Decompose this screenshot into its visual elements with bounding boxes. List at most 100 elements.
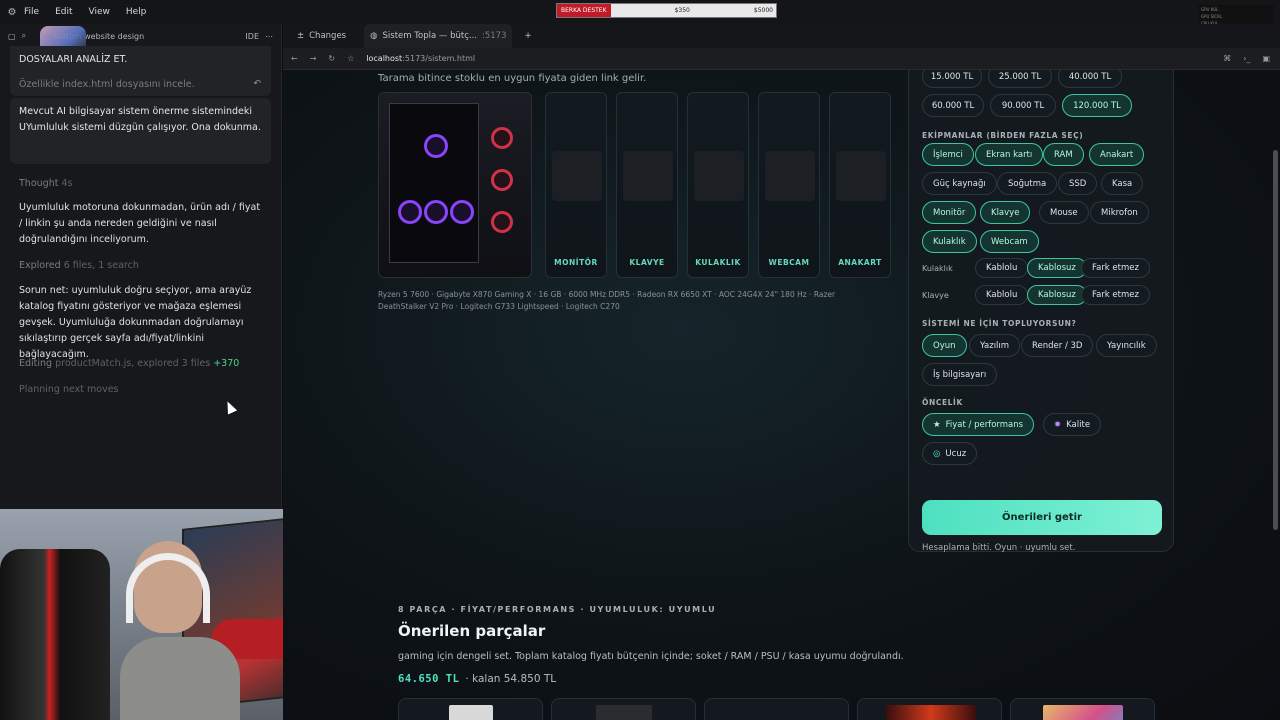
purpose-chip-render[interactable]: Render / 3D [1021,334,1094,357]
editing-delta: +370 [213,358,240,369]
tab-label: Sistem Topla — bütç... [382,31,477,41]
thought-label[interactable]: Thought [19,178,58,189]
sysmon-line: GPU SICKL [1201,14,1223,19]
gpu-fan [450,200,474,224]
result-kicker: 8 PARÇA · FİYAT/PERFORMANS · UYUMLULUK: … [398,605,717,614]
back-icon[interactable]: ← [291,54,298,63]
plus-icon: ± [297,31,305,41]
slot-webcam[interactable]: WEBCAM [758,92,820,278]
undo-icon[interactable]: ↶ [253,76,261,92]
panel-icon[interactable]: ▣ [1262,54,1270,63]
devtools-icon[interactable]: ⌘ [1223,54,1231,63]
purpose-chip-gaming[interactable]: Oyun [922,334,967,357]
editing-detail: productMatch.js, explored 3 files [55,358,211,369]
purpose-heading: SİSTEMİ NE İÇİN TOPLUYORSUN? [922,319,1077,328]
page-subtitle: Tarama bitince stoklu en uygun fiyata gi… [378,73,647,84]
slot-monitor[interactable]: MONİTÖR [545,92,607,278]
gpu-fan [424,200,448,224]
keyboard-conn-label: Klavye [922,291,949,300]
headset-any[interactable]: Fark etmez [1081,258,1150,278]
budget-chip[interactable]: 60.000 TL [922,94,984,117]
parts-summary: Ryzen 5 7600 · Gigabyte X870 Gaming X · … [378,290,836,311]
budget-chip-selected[interactable]: 120.000 TL [1062,94,1132,117]
priority-chip-quality[interactable]: ✸ Kalite [1043,413,1102,436]
part-card[interactable] [857,698,1002,720]
menu-view[interactable]: View [89,7,110,17]
sysmon-line: GPU KUL [1201,7,1219,12]
equip-chip-ssd[interactable]: SSD [1058,172,1098,195]
equip-chip-motherboard[interactable]: Anakart [1089,143,1145,166]
menu-edit[interactable]: Edit [55,7,72,17]
search-icon[interactable]: ⌕ [22,31,26,41]
url-host: localhost [366,54,403,63]
purpose-chip-streaming[interactable]: Yayıncılık [1096,334,1157,357]
explored-label[interactable]: Explored [19,260,61,271]
tab-changes[interactable]: ± Changes [291,24,352,48]
equip-chip-cooling[interactable]: Soğutma [997,172,1058,195]
equip-chip-cpu[interactable]: İşlemci [922,143,974,166]
equip-chip-psu[interactable]: Güç kaynağı [922,172,997,195]
equip-chip-case[interactable]: Kasa [1101,172,1144,195]
url-field[interactable]: localhost:5173/sistem.html [366,54,475,63]
part-image [886,705,976,720]
part-card[interactable] [704,698,849,720]
budget-chip[interactable]: 25.000 TL [988,70,1052,88]
case-fan [491,169,513,191]
part-card[interactable] [551,698,696,720]
explored-status: Explored 6 files, 1 search [19,258,264,274]
part-card[interactable] [1010,698,1155,720]
equip-chip-gpu[interactable]: Ekran kartı [975,143,1044,166]
motherboard-thumb [836,151,886,201]
keyboard-any[interactable]: Fark etmez [1081,285,1150,305]
slot-motherboard[interactable]: ANAKART [829,92,891,278]
budget-chip[interactable]: 90.000 TL [990,94,1056,117]
address-bar: ← → ↻ ☆ localhost:5173/sistem.html ⌘ ›_ … [283,48,1280,70]
equip-chip-headset[interactable]: Kulaklık [922,230,977,253]
bookmark-icon[interactable]: ☆ [347,54,354,63]
donation-goal: $5000 [753,7,773,14]
editing-label[interactable]: Editing [19,358,52,369]
sidebar-toggle-icon[interactable]: ▢ [8,32,16,41]
ide-link[interactable]: IDE [245,32,259,41]
forward-icon[interactable]: → [310,54,317,63]
headset-wireless[interactable]: Kablosuz [1027,258,1087,278]
reload-icon[interactable]: ↻ [328,54,335,63]
new-tab-icon[interactable]: + [524,31,531,41]
tab-port: :5173 [481,31,507,41]
total-amount: 64.650 TL [398,673,460,685]
equip-chip-webcam[interactable]: Webcam [980,230,1039,253]
equip-chip-mouse[interactable]: Mouse [1039,201,1089,224]
menu-help[interactable]: Help [126,7,147,17]
keyboard-wireless[interactable]: Kablosuz [1027,285,1087,305]
budget-chip[interactable]: 40.000 TL [1058,70,1122,88]
budget-chip[interactable]: 15.000 TL [922,70,982,88]
more-icon[interactable]: ⋯ [265,32,273,41]
equip-chip-monitor[interactable]: Monitör [922,201,977,224]
browser-window: ± Changes ◍ Sistem Topla — bütç...:5173 + … [283,24,1280,720]
purpose-chip-work[interactable]: İş bilgisayarı [922,363,998,386]
headset-conn-label: Kulaklık [922,264,953,273]
terminal-icon[interactable]: ›_ [1243,54,1250,63]
calc-status: Hesaplama bitti. Oyun · uyumlu set. [922,543,1076,553]
tab-sistem[interactable]: ◍ Sistem Topla — bütç... :5173 [364,24,513,48]
globe-icon: ◍ [370,31,378,41]
equip-chip-ram[interactable]: RAM [1043,143,1084,166]
purpose-chip-software[interactable]: Yazılım [969,334,1021,357]
priority-chip-cheap[interactable]: ◎ Ucuz [922,442,978,465]
pc-case-image [378,92,532,278]
headset-wired[interactable]: Kablolu [975,258,1029,278]
keyboard-wired[interactable]: Kablolu [975,285,1029,305]
slot-headset[interactable]: KULAKLIK [687,92,749,278]
sparkle-icon: ✸ [1054,419,1062,430]
slot-keyboard[interactable]: KLAVYE [616,92,678,278]
equip-chip-keyboard[interactable]: Klavye [980,201,1031,224]
part-card[interactable] [398,698,543,720]
menu-file[interactable]: File [24,7,39,17]
equip-chip-microphone[interactable]: Mikrofon [1090,201,1149,224]
slot-label: WEBCAM [768,258,810,267]
message-line: Özellikle index.html dosyasını incele. [19,79,195,90]
page-scrollbar[interactable] [1273,150,1278,530]
get-recommendations-button[interactable]: Önerileri getir [922,500,1162,535]
priority-chip-price-perf[interactable]: ★ Fiyat / performans [922,413,1035,436]
app-logo-icon: ⚙ [7,6,17,18]
